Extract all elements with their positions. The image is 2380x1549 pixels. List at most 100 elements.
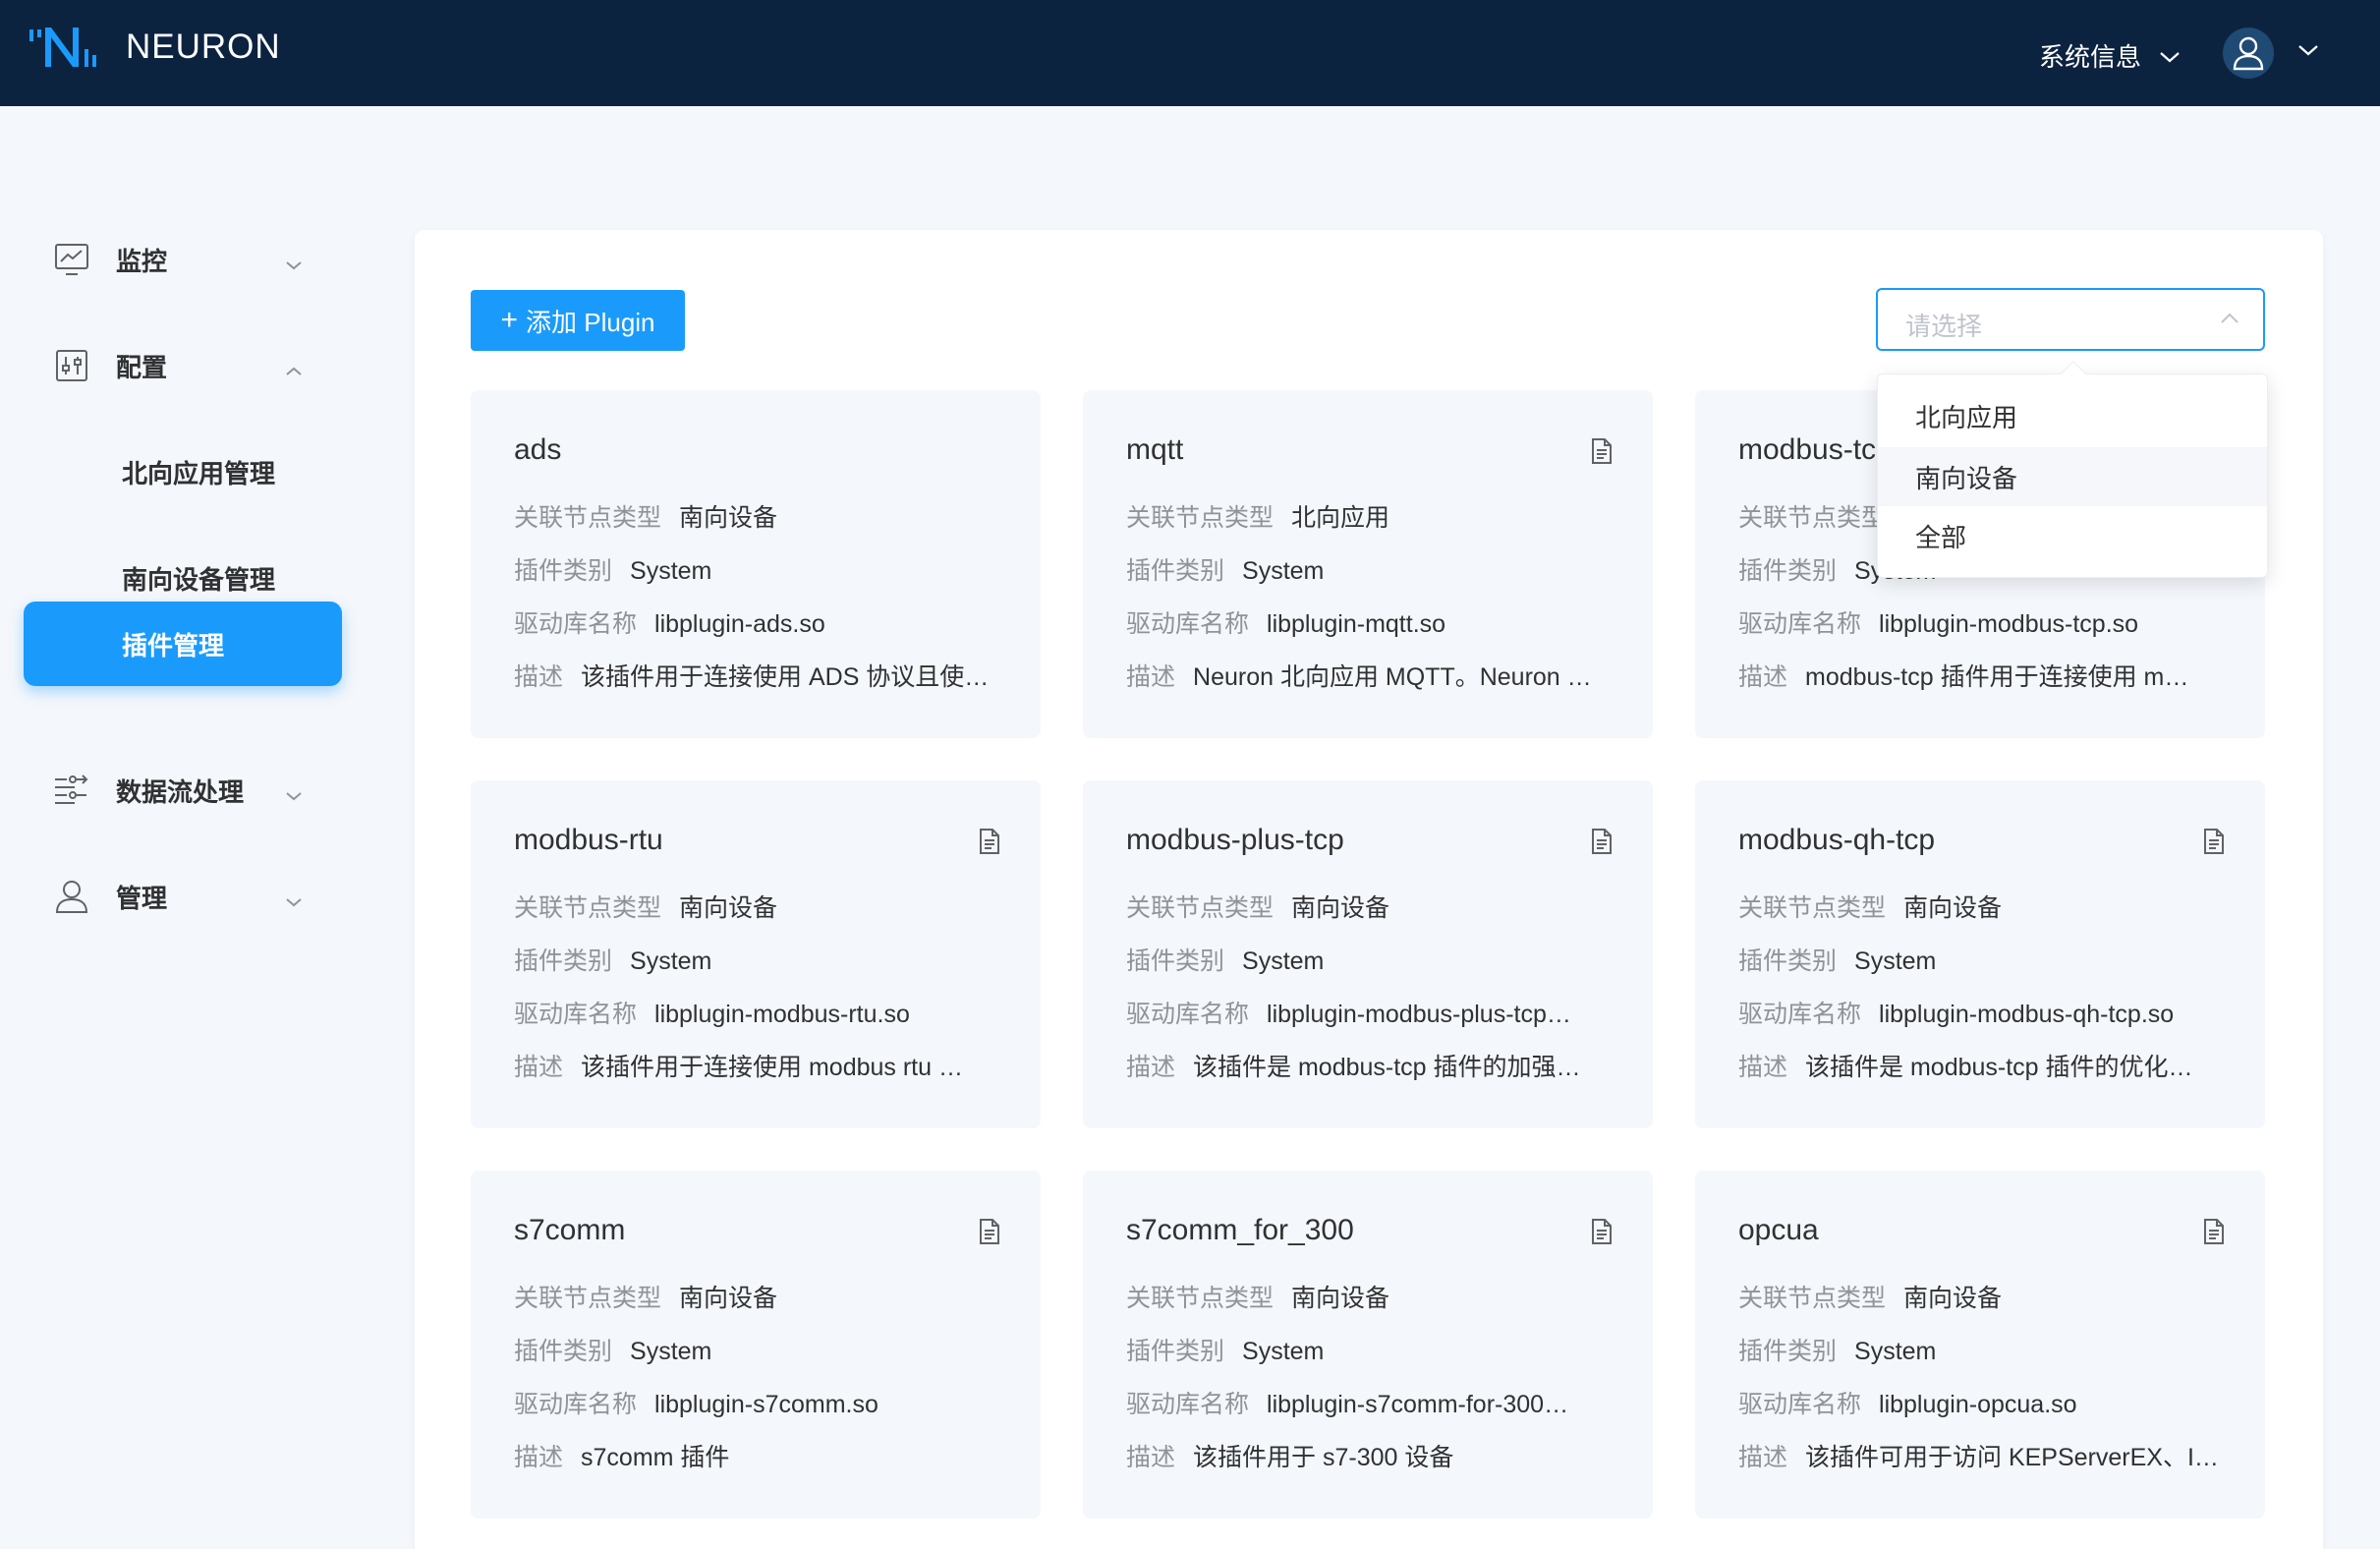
sidebar-item-monitor[interactable]: 监控 xyxy=(24,218,342,301)
field-label: 描述 xyxy=(1126,663,1176,691)
plugin-name: modbus-plus-tcp xyxy=(1126,824,1344,856)
plugin-field-library: 驱动库名称 libplugin-modbus-rtu.so xyxy=(514,995,1005,1030)
field-label: 驱动库名称 xyxy=(514,1391,638,1418)
field-value: 南向设备 xyxy=(679,894,778,922)
plugin-name: modbus-rtu xyxy=(514,824,663,856)
plus-icon: + xyxy=(500,304,519,336)
node-type-select[interactable]: 请选择 xyxy=(1876,288,2265,351)
option-label: 全部 xyxy=(1915,522,1967,552)
option-label: 北向应用 xyxy=(1915,402,2018,432)
field-value: System xyxy=(630,557,712,585)
user-menu-chevron-icon[interactable] xyxy=(2297,43,2319,62)
chevron-up-icon xyxy=(2220,312,2239,330)
field-label: 描述 xyxy=(1738,1444,1788,1471)
plugin-card[interactable]: modbus-plus-tcp 关联节点类型 南向设备 插件类别 System 驱动库名称… xyxy=(1083,780,1653,1128)
plugin-card[interactable]: ads 关联节点类型 南向设备 插件类别 System 驱动库名称 libplugin-ad… xyxy=(471,390,1041,738)
field-value: libplugin-modbus-plus-tcp… xyxy=(1267,1001,1571,1028)
field-value: libplugin-modbus-tcp.so xyxy=(1879,610,2139,638)
field-value: 南向设备 xyxy=(679,504,778,532)
document-icon[interactable] xyxy=(978,1218,1001,1250)
field-label: 描述 xyxy=(514,1054,564,1081)
plugin-field-library: 驱动库名称 libplugin-modbus-plus-tcp… xyxy=(1126,995,1617,1030)
field-value: 南向设备 xyxy=(1903,1285,2003,1312)
system-info-menu[interactable]: 系统信息 xyxy=(2039,37,2181,74)
field-label: 驱动库名称 xyxy=(1126,1001,1250,1028)
chevron-down-icon xyxy=(2159,40,2181,71)
field-label: 插件类别 xyxy=(1126,1338,1225,1365)
add-plugin-button[interactable]: + 添加 Plugin xyxy=(471,290,685,351)
field-label: 关联节点类型 xyxy=(1738,894,1887,922)
field-value: 南向设备 xyxy=(1903,894,2003,922)
neuron-logo[interactable]: NEURON xyxy=(28,24,281,71)
sidebar-item-plugins[interactable]: 插件管理 xyxy=(24,602,342,686)
field-value: libplugin-s7comm.so xyxy=(654,1391,878,1418)
field-value: 该插件用于 s7-300 设备 xyxy=(1193,1444,1454,1471)
dropdown-option-north[interactable]: 北向应用 xyxy=(1878,386,2267,445)
field-label: 关联节点类型 xyxy=(1738,504,1887,532)
plugin-field-node-type: 关联节点类型南向设备 xyxy=(1126,889,1617,924)
plugin-field-category: 插件类别 System xyxy=(514,551,1005,587)
document-icon[interactable] xyxy=(2202,828,2226,860)
plugin-field-description: 描述 该插件用于 s7-300 设备 xyxy=(1126,1438,1617,1473)
plugin-field-category: 插件类别 System xyxy=(1126,551,1617,587)
sidebar-item-admin[interactable]: 管理 xyxy=(24,855,342,938)
dropdown-option-south[interactable]: 南向设备 xyxy=(1878,447,2267,506)
plugin-name: modbus-tc xyxy=(1738,433,1877,466)
field-label: 关联节点类型 xyxy=(514,504,662,532)
field-label: 插件类别 xyxy=(514,557,613,585)
field-label: 插件类别 xyxy=(1738,557,1838,585)
field-value: 北向应用 xyxy=(1291,504,1390,532)
field-value: System xyxy=(630,1338,712,1365)
plugin-card[interactable]: mqtt 关联节点类型 北向应用 插件类别 System 驱动库名称 libplugin-m… xyxy=(1083,390,1653,738)
sidebar-item-label: 插件管理 xyxy=(122,630,225,660)
plugin-field-description: 描述 Neuron 北向应用 MQTT。Neuron … xyxy=(1126,658,1617,693)
plugin-name: s7comm xyxy=(514,1214,626,1246)
plugin-name: ads xyxy=(514,433,562,466)
document-icon[interactable] xyxy=(2202,1218,2226,1250)
field-label: 描述 xyxy=(1126,1054,1176,1081)
document-icon[interactable] xyxy=(1590,437,1614,470)
plugin-field-library: 驱动库名称 libplugin-mqtt.so xyxy=(1126,604,1617,640)
plugin-card[interactable]: s7comm_for_300 关联节点类型 南向设备 插件类别 System 驱动库名称 l… xyxy=(1083,1171,1653,1519)
field-label: 关联节点类型 xyxy=(514,894,662,922)
plugin-field-description: 描述 该插件用于连接使用 modbus rtu … xyxy=(514,1048,1005,1083)
plugin-field-category: 插件类别 System xyxy=(1738,1332,2230,1367)
field-value: System xyxy=(630,947,712,975)
document-icon[interactable] xyxy=(1590,1218,1614,1250)
sidebar-item-label: 数据流处理 xyxy=(116,776,245,807)
plugin-field-description: 描述 该插件是 modbus-tcp 插件的加强… xyxy=(1126,1048,1617,1083)
plugin-card[interactable]: opcua 关联节点类型 南向设备 插件类别 System 驱动库名称 libplugin-… xyxy=(1695,1171,2265,1519)
document-icon[interactable] xyxy=(1590,828,1614,860)
top-header: NEURON 系统信息 xyxy=(0,0,2380,106)
field-label: 驱动库名称 xyxy=(514,610,638,638)
plugin-card[interactable]: modbus-rtu 关联节点类型 南向设备 插件类别 System 驱动库名称 libpl… xyxy=(471,780,1041,1128)
plugin-field-node-type: 关联节点类型南向设备 xyxy=(1738,1279,2230,1314)
sidebar-item-label: 北向应用管理 xyxy=(122,458,276,488)
plugin-card[interactable]: s7comm 关联节点类型 南向设备 插件类别 System 驱动库名称 libplugin… xyxy=(471,1171,1041,1519)
sidebar-item-config[interactable]: 配置 xyxy=(24,324,342,407)
plugin-field-library: 驱动库名称 libplugin-modbus-qh-tcp.so xyxy=(1738,995,2230,1030)
sidebar-item-north-apps[interactable]: 北向应用管理 xyxy=(24,430,342,513)
dropdown-option-all[interactable]: 全部 xyxy=(1878,506,2267,565)
user-avatar[interactable] xyxy=(2223,28,2274,79)
sidebar-item-dataflow[interactable]: 数据流处理 xyxy=(24,749,342,832)
field-value: s7comm 插件 xyxy=(581,1444,730,1471)
sidebar-item-label: 南向设备管理 xyxy=(122,564,276,595)
field-value: 该插件是 modbus-tcp 插件的优化… xyxy=(1805,1054,2193,1081)
plugin-card[interactable]: modbus-qh-tcp 关联节点类型 南向设备 插件类别 System 驱动库名称 li… xyxy=(1695,780,2265,1128)
field-value: 该插件用于连接使用 modbus rtu … xyxy=(581,1054,963,1081)
field-label: 描述 xyxy=(1738,663,1788,691)
plugin-field-node-type: 关联节点类型 北向应用 xyxy=(1126,498,1617,534)
node-type-dropdown: 北向应用 南向设备 全部 xyxy=(1877,361,2268,578)
field-value: 南向设备 xyxy=(679,1285,778,1312)
plugin-field-description: 描述 该插件是 modbus-tcp 插件的优化… xyxy=(1738,1048,2230,1083)
sidebar: 监控 配置 北向应用管理 南向设备管理 插件管理 数据流处理 管理 xyxy=(0,106,354,1549)
field-label: 关联节点类型 xyxy=(1738,1285,1887,1312)
chevron-down-icon xyxy=(285,778,303,809)
user-icon xyxy=(2233,36,2264,71)
plugin-field-description: 描述 modbus-tcp 插件用于连接使用 m… xyxy=(1738,658,2230,693)
document-icon[interactable] xyxy=(978,828,1001,860)
plugin-field-description: 描述 该插件可用于访问 KEPServerEX、I… xyxy=(1738,1438,2230,1473)
field-label: 描述 xyxy=(514,663,564,691)
field-value: System xyxy=(1242,947,1325,975)
